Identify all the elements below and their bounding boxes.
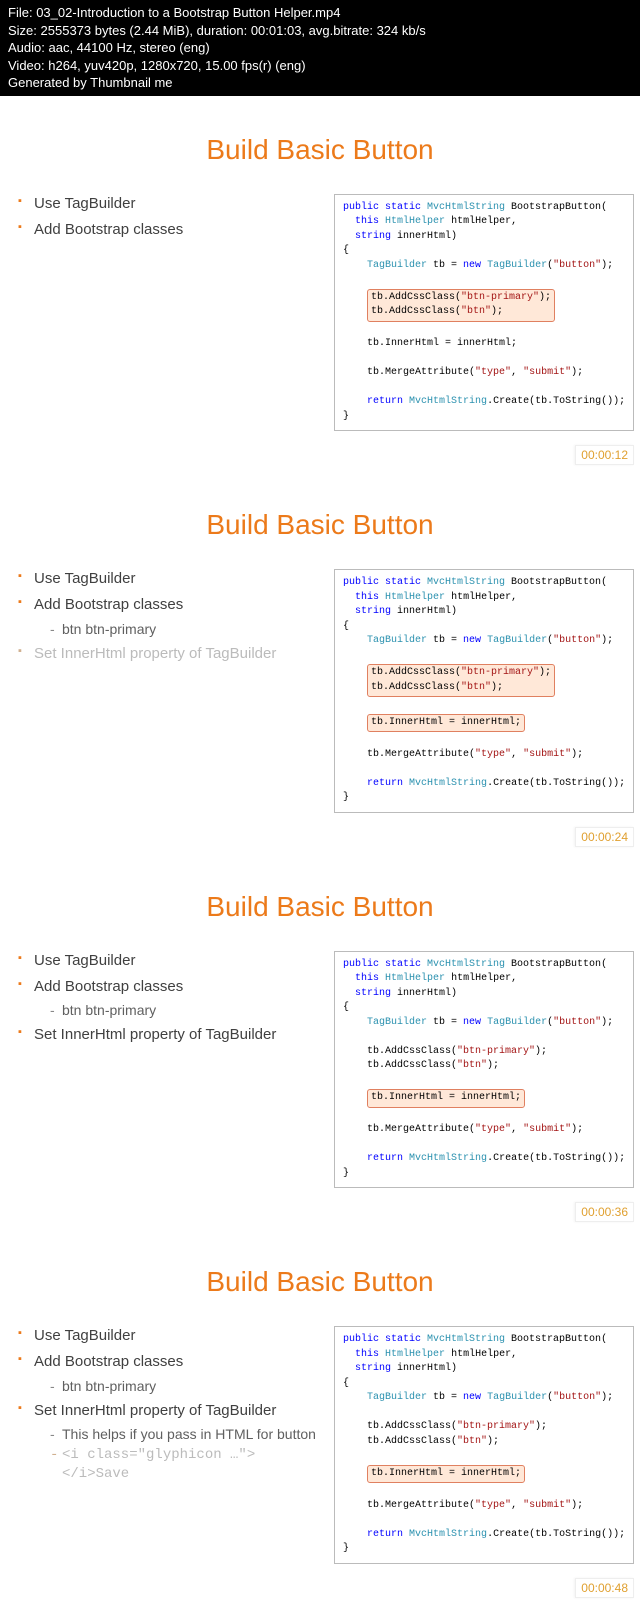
timestamp-2: 00:00:24: [575, 827, 634, 847]
bullet-1: Use TagBuilder: [18, 569, 318, 589]
bullet-3: Set InnerHtml property of TagBuilder: [18, 1025, 318, 1045]
bullet-1: Use TagBuilder: [18, 951, 318, 971]
slide-title: Build Basic Button: [0, 134, 640, 166]
bullet-list: Use TagBuilder Add Bootstrap classes btn…: [18, 951, 318, 1046]
media-info-header: File: 03_02-Introduction to a Bootstrap …: [0, 0, 640, 96]
bullet-list: Use TagBuilder Add Bootstrap classes btn…: [18, 1326, 318, 1483]
bullet-2: Add Bootstrap classes btn btn-primary: [18, 977, 318, 1019]
code-sample: public static MvcHtmlString BootstrapBut…: [334, 951, 634, 1189]
slide-title: Build Basic Button: [0, 891, 640, 923]
bullet-1: Use TagBuilder: [18, 1326, 318, 1346]
sub-bullet-3a: This helps if you pass in HTML for butto…: [34, 1425, 318, 1443]
sub-bullet-2a: btn btn-primary: [34, 1377, 318, 1395]
file-label: File:: [8, 5, 33, 20]
bullet-list: Use TagBuilder Add Bootstrap classes btn…: [18, 569, 318, 664]
sub-bullet-2a: btn btn-primary: [34, 620, 318, 638]
bullet-2: Add Bootstrap classes btn btn-primary: [18, 1352, 318, 1394]
code-sample: public static MvcHtmlString BootstrapBut…: [334, 569, 634, 813]
bullet-list: Use TagBuilder Add Bootstrap classes: [18, 194, 318, 241]
code-sample: public static MvcHtmlString BootstrapBut…: [334, 1326, 634, 1564]
sub-bullet-3b: <i class="glyphicon …"></i>Save: [34, 1446, 318, 1482]
thumbnail-frame-4: Build Basic Button Use TagBuilder Add Bo…: [0, 1228, 640, 1604]
slide-title: Build Basic Button: [0, 1266, 640, 1298]
video-label: Video:: [8, 58, 45, 73]
sub-bullet-2a: btn btn-primary: [34, 1001, 318, 1019]
file-value: 03_02-Introduction to a Bootstrap Button…: [36, 5, 340, 20]
thumbnail-frame-2: Build Basic Button Use TagBuilder Add Bo…: [0, 471, 640, 853]
bullet-3-faded: Set InnerHtml property of TagBuilder: [18, 644, 318, 664]
timestamp-1: 00:00:12: [575, 445, 634, 465]
audio-value: aac, 44100 Hz, stereo (eng): [49, 40, 210, 55]
audio-label: Audio:: [8, 40, 45, 55]
thumbnail-frame-3: Build Basic Button Use TagBuilder Add Bo…: [0, 853, 640, 1229]
size-value: 2555373 bytes (2.44 MiB), duration: 00:0…: [41, 23, 426, 38]
video-value: h264, yuv420p, 1280x720, 15.00 fps(r) (e…: [48, 58, 305, 73]
slide-title: Build Basic Button: [0, 509, 640, 541]
bullet-2: Add Bootstrap classes: [18, 220, 318, 240]
bullet-2: Add Bootstrap classes btn btn-primary: [18, 595, 318, 637]
timestamp-3: 00:00:36: [575, 1202, 634, 1222]
bullet-3: Set InnerHtml property of TagBuilder Thi…: [18, 1401, 318, 1483]
code-sample: public static MvcHtmlString BootstrapBut…: [334, 194, 634, 432]
timestamp-4: 00:00:48: [575, 1578, 634, 1598]
thumbnail-frame-1: Build Basic Button Use TagBuilder Add Bo…: [0, 96, 640, 472]
size-label: Size:: [8, 23, 37, 38]
bullet-1: Use TagBuilder: [18, 194, 318, 214]
generated-line: Generated by Thumbnail me: [8, 74, 632, 92]
